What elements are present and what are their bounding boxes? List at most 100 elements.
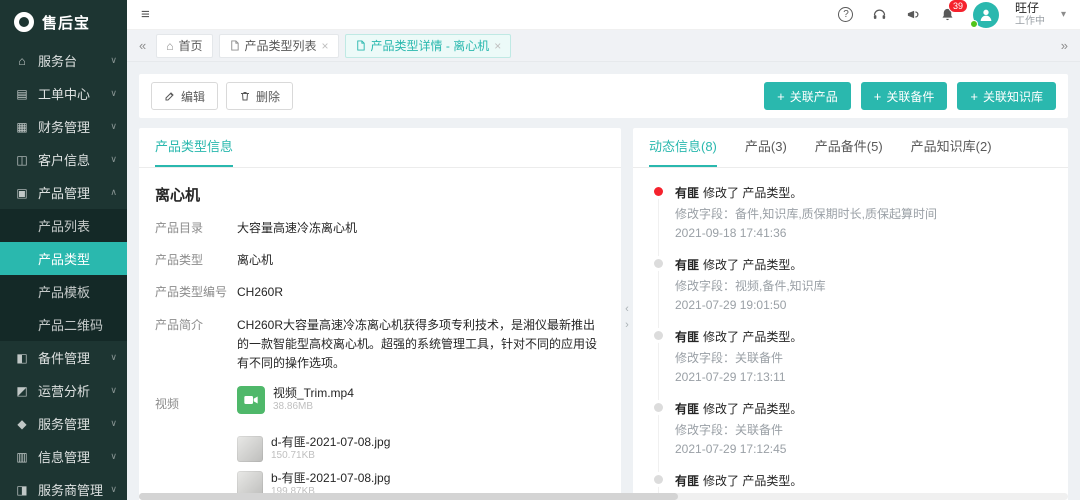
user-menu[interactable]: 旺仔 工作中	[1015, 2, 1045, 27]
product-management-icon: ▣	[14, 186, 30, 200]
sidebar-item-label: 客户信息	[38, 150, 90, 169]
timeline-entry: 有匪修改了 产品类型。 修改字段：关联备件 2021-07-29 17:12:4…	[655, 400, 1052, 456]
announcement-icon[interactable]	[905, 6, 923, 24]
sidebar-item-product-type[interactable]: 产品类型	[0, 242, 127, 275]
caret-down-icon[interactable]: ▾	[1061, 9, 1066, 20]
brand-name: 售后宝	[42, 12, 90, 33]
brand-logo-icon	[14, 12, 34, 32]
avatar[interactable]	[973, 2, 999, 28]
collapse-right-icon[interactable]: ›	[625, 319, 629, 331]
field-code: 产品类型编号 CH260R	[155, 283, 605, 302]
sidebar-item-label: 产品列表	[38, 216, 90, 235]
timeline-dot	[654, 475, 663, 484]
image-thumbnail	[237, 436, 263, 462]
finance-icon: ▦	[14, 120, 30, 134]
close-icon[interactable]: ×	[494, 39, 501, 53]
tab-label: 首页	[178, 37, 202, 54]
sidebar-item-operations-analysis[interactable]: ◩ 运营分析 ∨	[0, 374, 127, 407]
horizontal-scrollbar-thumb[interactable]	[139, 493, 678, 500]
sidebar-item-work-orders[interactable]: ▤ 工单中心 ∨	[0, 77, 127, 110]
brand: 售后宝	[0, 0, 127, 44]
document-icon	[229, 40, 240, 51]
activity-tabs: 动态信息(8) 产品(3) 产品备件(5) 产品知识库(2)	[633, 128, 1068, 168]
sidebar-item-label: 产品类型	[38, 249, 90, 268]
work-orders-icon: ▤	[14, 87, 30, 101]
tab-product-type-info[interactable]: 产品类型信息	[155, 136, 233, 167]
link-product-button[interactable]: + 关联产品	[764, 82, 851, 110]
plus-icon: +	[777, 90, 785, 103]
delete-button[interactable]: 删除	[226, 82, 293, 110]
sidebar-item-product-template[interactable]: 产品模板	[0, 275, 127, 308]
document-icon	[355, 40, 366, 51]
tab-product-type-detail[interactable]: 产品类型详情 - 离心机 ×	[345, 34, 512, 58]
tab-label: 产品类型列表	[245, 37, 317, 54]
sidebar-item-label: 信息管理	[38, 447, 90, 466]
sidebar-item-info-management[interactable]: ▥ 信息管理 ∨	[0, 440, 127, 473]
sidebar-item-label: 服务管理	[38, 414, 90, 433]
sidebar-item-provider-management[interactable]: ◨ 服务商管理 ∨	[0, 473, 127, 500]
content-area: 编辑 删除 + 关联产品 + 关联备件 +	[127, 62, 1080, 500]
tab-products[interactable]: 产品(3)	[745, 136, 787, 167]
sidebar-item-product-management[interactable]: ▣ 产品管理 ∧	[0, 176, 127, 209]
sidebar-item-product-list[interactable]: 产品列表	[0, 209, 127, 242]
chevron-down-icon: ∨	[110, 55, 117, 66]
close-icon[interactable]: ×	[322, 39, 329, 53]
panels: 产品类型信息 离心机 产品目录 大容量高速冷冻离心机 产品类型 离心机	[139, 128, 1068, 500]
activity-timeline: 有匪修改了 产品类型。 修改字段：备件,知识库,质保期时长,质保起算时间 202…	[633, 168, 1068, 500]
sidebar-item-service-desk[interactable]: ⌂ 服务台 ∨	[0, 44, 127, 77]
plus-icon: +	[970, 90, 978, 103]
sidebar-item-label: 备件管理	[38, 348, 90, 367]
user-status: 工作中	[1015, 16, 1045, 28]
chevron-down-icon: ∨	[110, 154, 117, 165]
product-type-title: 离心机	[155, 184, 605, 205]
sidebar-item-customers[interactable]: ◫ 客户信息 ∨	[0, 143, 127, 176]
sidebar-item-parts-management[interactable]: ◧ 备件管理 ∨	[0, 341, 127, 374]
video-file-icon	[237, 386, 265, 414]
toolbar-actions: + 关联产品 + 关联备件 + 关联知识库	[764, 82, 1056, 110]
video-file[interactable]: 视频_Trim.mp4 38.86MB	[237, 386, 605, 414]
sidebar-item-service-management[interactable]: ◆ 服务管理 ∨	[0, 407, 127, 440]
topbar-right: ? 39 旺仔 工作中	[837, 2, 1066, 28]
sidebar-item-label: 产品二维码	[38, 315, 103, 334]
main-column: ≡ ? 39 旺仔	[127, 0, 1080, 500]
tab-product-parts[interactable]: 产品备件(5)	[815, 136, 883, 167]
chevron-down-icon: ∨	[110, 418, 117, 429]
tabs-scroll-right[interactable]: »	[1057, 38, 1072, 53]
left-panel-tabs: 产品类型信息	[139, 128, 621, 168]
field-type: 产品类型 离心机	[155, 251, 605, 270]
panel-splitter[interactable]: ‹ ›	[621, 128, 633, 500]
notifications-icon[interactable]: 39	[939, 6, 957, 24]
image-file[interactable]: d-有匪-2021-07-08.jpg 150.71KB	[237, 435, 605, 463]
tab-activity[interactable]: 动态信息(8)	[649, 136, 717, 167]
collapse-left-icon[interactable]: ‹	[625, 303, 629, 315]
link-parts-button[interactable]: + 关联备件	[861, 82, 948, 110]
sidebar: 售后宝 ⌂ 服务台 ∨ ▤ 工单中心 ∨ ▦ 财务管理 ∨ ◫ 客户信息 ∨	[0, 0, 127, 500]
edit-button[interactable]: 编辑	[151, 82, 218, 110]
tab-product-kb[interactable]: 产品知识库(2)	[911, 136, 992, 167]
sidebar-item-label: 产品管理	[38, 183, 90, 202]
help-icon[interactable]: ?	[837, 6, 855, 24]
edit-icon	[164, 90, 176, 102]
timeline-entry: 有匪修改了 产品类型。 修改字段：视频,备件,知识库 2021-07-29 19…	[655, 256, 1052, 312]
tab-home[interactable]: ⌂ 首页	[156, 34, 212, 58]
chevron-down-icon: ∨	[110, 352, 117, 363]
sidebar-collapse-button[interactable]: ≡	[141, 6, 150, 23]
timeline-entry: 有匪修改了 产品类型。 修改字段：备件,知识库,质保期时长,质保起算时间 202…	[655, 184, 1052, 240]
tab-product-type-list[interactable]: 产品类型列表 ×	[219, 34, 339, 58]
operations-analysis-icon: ◩	[14, 384, 30, 398]
horizontal-scrollbar[interactable]	[139, 493, 1068, 500]
tab-label: 产品类型详情 - 离心机	[371, 37, 490, 54]
support-headset-icon[interactable]	[871, 6, 889, 24]
sidebar-item-label: 运营分析	[38, 381, 90, 400]
activity-panel: 动态信息(8) 产品(3) 产品备件(5) 产品知识库(2) 有匪修改了 产品类…	[633, 128, 1068, 500]
plus-icon: +	[874, 90, 882, 103]
tabs-scroll-left[interactable]: «	[135, 38, 150, 53]
service-management-icon: ◆	[14, 417, 30, 431]
sidebar-item-product-qrcode[interactable]: 产品二维码	[0, 308, 127, 341]
chevron-down-icon: ∨	[110, 121, 117, 132]
sidebar-item-finance[interactable]: ▦ 财务管理 ∨	[0, 110, 127, 143]
link-kb-button[interactable]: + 关联知识库	[957, 82, 1056, 110]
parts-management-icon: ◧	[14, 351, 30, 365]
chevron-down-icon: ∨	[110, 385, 117, 396]
chevron-down-icon: ∨	[110, 484, 117, 495]
